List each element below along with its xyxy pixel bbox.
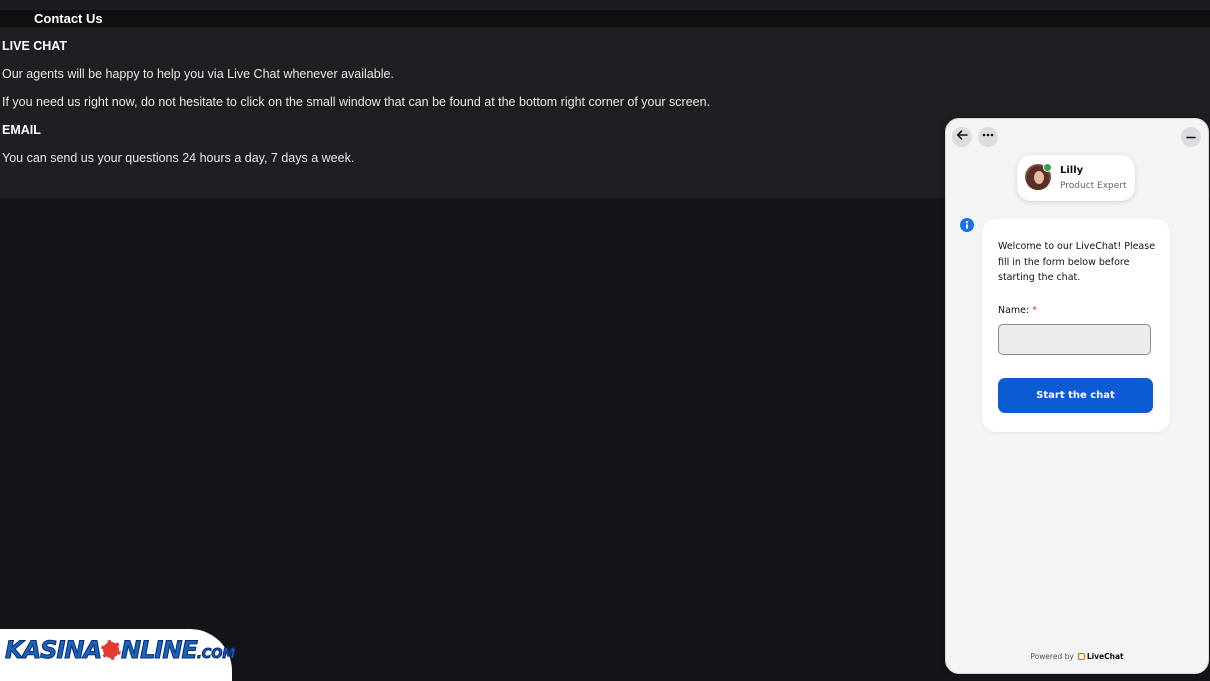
info-icon [960, 218, 974, 232]
top-bar [0, 0, 1210, 10]
welcome-message: Welcome to our LiveChat! Please fill in … [998, 241, 1156, 283]
livechat-widget: Lilly Product Expert Welcome to our Live… [945, 118, 1209, 674]
powered-by-text: Powered by [1030, 652, 1074, 661]
logo-text-2: NLINE [121, 636, 199, 665]
back-button[interactable] [952, 127, 972, 147]
arrow-left-icon [956, 130, 968, 140]
agent-card: Lilly Product Expert [1017, 155, 1135, 201]
livechat-logo-icon [1077, 653, 1085, 660]
minimize-button[interactable] [1181, 127, 1201, 147]
start-chat-button[interactable]: Start the chat [998, 378, 1153, 413]
more-options-button[interactable] [978, 127, 998, 147]
logo-suffix: .COM [196, 647, 236, 663]
powered-by: Powered by LiveChat [946, 652, 1208, 661]
required-mark: * [1032, 305, 1038, 316]
live-chat-text-1: Our agents will be happy to help you via… [2, 67, 394, 81]
page-header: Contact Us [0, 10, 1210, 27]
email-heading: EMAIL [2, 123, 41, 137]
name-label-text: Name: [998, 305, 1030, 316]
poker-chip-icon [101, 640, 122, 660]
agent-role: Product Expert [1060, 181, 1127, 191]
live-chat-text-2: If you need us right now, do not hesitat… [2, 95, 711, 109]
online-status-icon [1043, 163, 1052, 172]
page-title: Contact Us [34, 11, 103, 26]
minimize-icon [1186, 136, 1196, 139]
email-text: You can send us your questions 24 hours … [2, 151, 355, 165]
name-label: Name: * [998, 305, 1037, 316]
live-chat-heading: LIVE CHAT [2, 39, 68, 53]
livechat-brand[interactable]: LiveChat [1087, 652, 1124, 661]
prechat-form-card: Welcome to our LiveChat! Please fill in … [982, 219, 1170, 432]
name-input[interactable] [998, 324, 1151, 355]
logo-text-1: KASINA [4, 636, 102, 665]
site-logo[interactable]: KASINA NLINE.COM [4, 636, 236, 665]
agent-name: Lilly [1060, 165, 1084, 176]
ellipsis-icon [982, 133, 994, 137]
